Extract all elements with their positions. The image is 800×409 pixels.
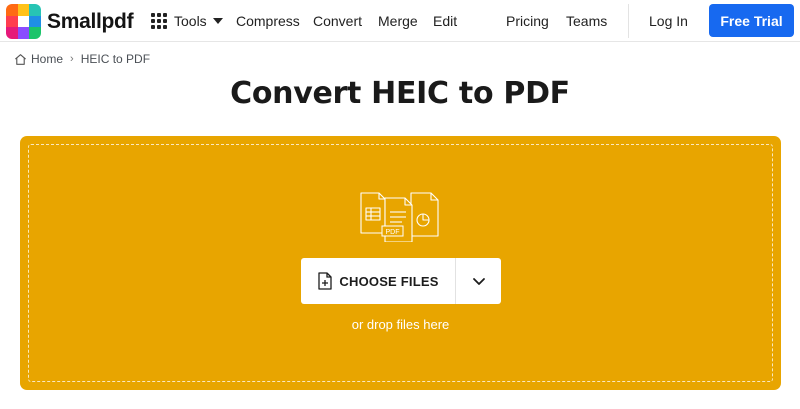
breadcrumb-current: HEIC to PDF (80, 52, 151, 66)
nav-tools-label: Tools (174, 13, 207, 29)
nav-compress[interactable]: Compress (236, 0, 300, 42)
nav-teams[interactable]: Teams (566, 0, 607, 42)
chevron-down-icon (472, 277, 485, 285)
brand-name: Smallpdf (47, 9, 134, 33)
breadcrumb: Home › HEIC to PDF (14, 52, 150, 66)
file-dropzone[interactable]: PDF CHOOSE FILES or drop files here (20, 136, 781, 390)
choose-files-button-group: CHOOSE FILES (301, 258, 501, 304)
source-dropdown-toggle[interactable] (456, 258, 501, 304)
nav-pricing[interactable]: Pricing (506, 0, 549, 42)
breadcrumb-home[interactable]: Home (31, 52, 63, 66)
home-icon (15, 53, 26, 65)
choose-files-button[interactable]: CHOOSE FILES (301, 258, 455, 304)
page-title: Convert HEIC to PDF (230, 76, 570, 111)
nav-edit[interactable]: Edit (433, 0, 457, 42)
breadcrumb-separator: › (70, 53, 74, 65)
choose-files-label: CHOOSE FILES (339, 273, 439, 289)
nav-convert[interactable]: Convert (313, 0, 362, 42)
nav-divider (628, 4, 629, 38)
add-file-icon (318, 272, 333, 290)
logo-mark-icon (6, 4, 41, 39)
documents-illustration-icon: PDF (360, 192, 439, 242)
login-link[interactable]: Log In (649, 0, 688, 42)
free-trial-button[interactable]: Free Trial (709, 4, 794, 37)
grid-icon (151, 13, 167, 29)
drop-hint-text: or drop files here (351, 317, 450, 332)
pdf-badge-label: PDF (386, 229, 400, 236)
top-navbar: Smallpdf Tools Compress Convert Merge Ed… (0, 0, 800, 42)
caret-down-icon (212, 18, 223, 24)
smallpdf-logo[interactable]: Smallpdf (6, 4, 134, 39)
nav-merge[interactable]: Merge (378, 0, 418, 42)
nav-tools-menu[interactable]: Tools (151, 0, 223, 42)
